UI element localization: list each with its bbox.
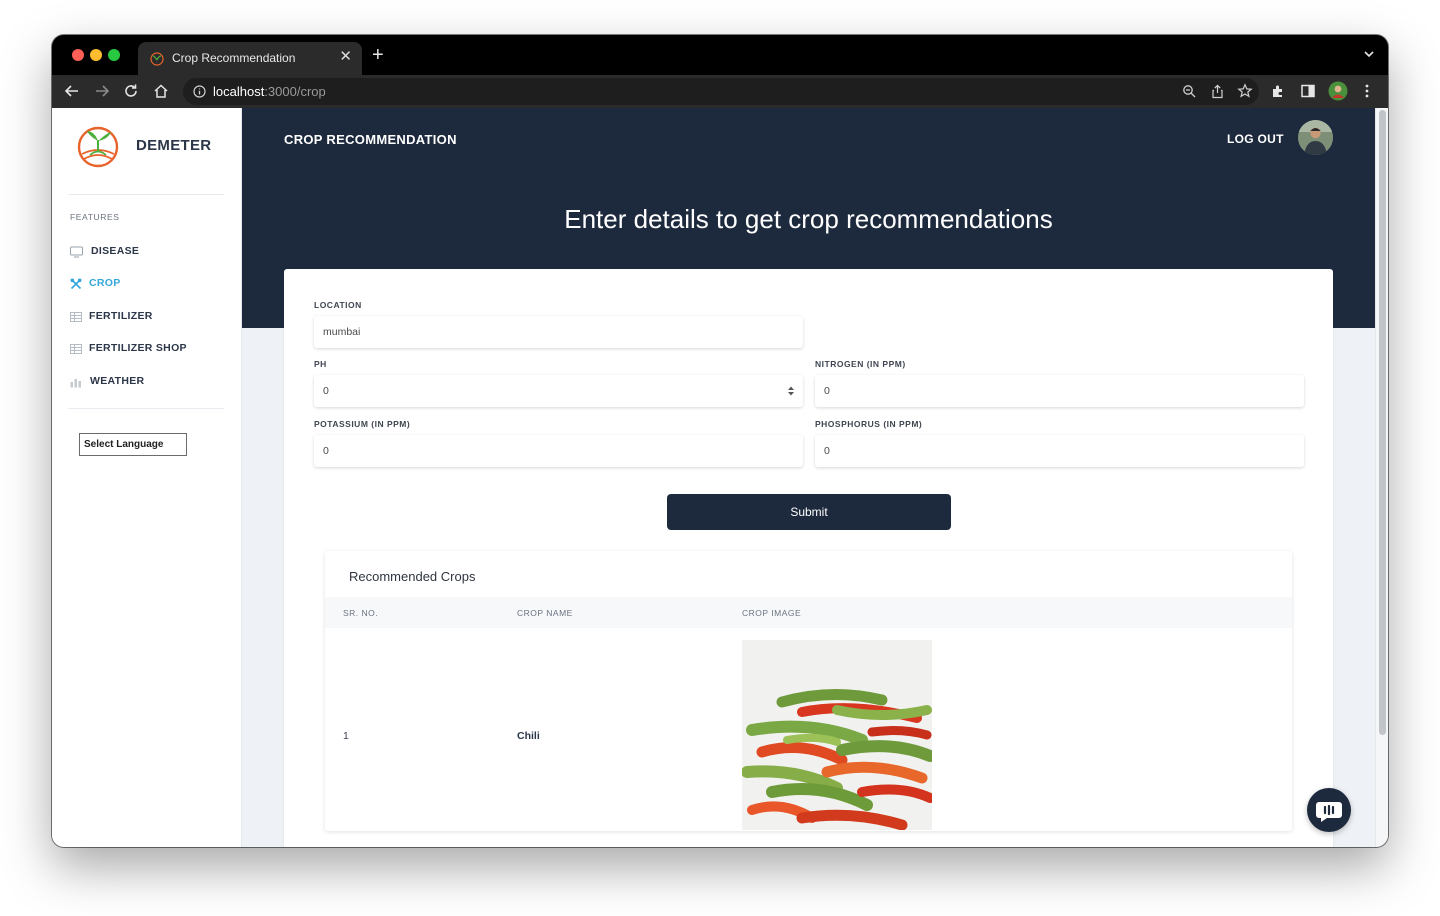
forward-arrow-icon[interactable]: [93, 82, 111, 100]
sidebar-divider: [68, 194, 224, 195]
form-heading: Enter details to get crop recommendation…: [564, 204, 1053, 234]
column-header-crop-name: CROP NAME: [517, 608, 573, 618]
sidebar-item-label: DISEASE: [91, 245, 140, 257]
browser-toolbar: localhost:3000/crop: [52, 75, 1388, 108]
recommended-crops-table: Recommended Crops SR. NO. CROP NAME CROP…: [325, 551, 1292, 831]
table-icon: [70, 312, 82, 322]
brand-name: DEMETER: [136, 137, 212, 154]
tools-icon: [70, 278, 82, 290]
submit-button[interactable]: Submit: [667, 494, 951, 530]
scrollbar-thumb[interactable]: [1379, 110, 1386, 735]
kebab-menu-icon[interactable]: [1358, 82, 1376, 100]
number-spinner-icon[interactable]: [787, 385, 795, 397]
crop-form-card: LOCATION mumbai PH 0 NITROGEN (IN PPM) 0…: [284, 269, 1333, 847]
sidebar-item-crop[interactable]: CROP: [70, 274, 230, 294]
page-title: CROP RECOMMENDATION: [284, 132, 457, 147]
location-label: LOCATION: [314, 300, 362, 310]
tab-close-icon[interactable]: ✕: [339, 49, 352, 65]
tab-crop-recommendation[interactable]: Crop Recommendation ✕: [138, 42, 362, 75]
close-window-button[interactable]: [72, 49, 84, 61]
ph-input[interactable]: 0: [314, 375, 803, 407]
chili-peppers-photo: [742, 640, 932, 830]
url-text: localhost:3000/crop: [213, 84, 326, 99]
share-icon[interactable]: [1210, 84, 1225, 99]
sidebar-item-weather[interactable]: WEATHER: [70, 372, 230, 392]
back-arrow-icon[interactable]: [63, 82, 81, 100]
new-tab-button[interactable]: +: [372, 45, 384, 65]
phosphorus-label: PHOSPHORUS (IN PPM): [815, 419, 923, 429]
results-title: Recommended Crops: [349, 569, 476, 584]
ph-label: PH: [314, 359, 327, 369]
features-section-label: FEATURES: [70, 212, 120, 222]
nitrogen-input[interactable]: 0: [815, 375, 1304, 407]
ph-value: 0: [323, 385, 329, 397]
phosphorus-input[interactable]: 0: [815, 435, 1304, 467]
extensions-icon[interactable]: [1269, 82, 1287, 100]
tab-title: Crop Recommendation: [172, 51, 296, 65]
potassium-input[interactable]: 0: [314, 435, 803, 467]
browser-window: Crop Recommendation ✕ + localhost:3000/c: [52, 35, 1388, 847]
main-content: CROP RECOMMENDATION LOG OUT Enter detail…: [242, 108, 1375, 847]
potassium-label: POTASSIUM (IN PPM): [314, 419, 411, 429]
sr-no-cell: 1: [343, 730, 349, 742]
table-icon: [70, 344, 82, 354]
crop-image: [742, 640, 932, 830]
location-input[interactable]: mumbai: [314, 316, 803, 348]
sidebar-item-label: FERTILIZER: [89, 310, 153, 322]
sidebar-item-fertilizer[interactable]: FERTILIZER: [70, 307, 230, 327]
favicon-icon: [150, 52, 164, 66]
sidebar-divider: [68, 408, 224, 409]
web-page: DEMETER FEATURES DISEASE CROP FERTILIZER…: [52, 108, 1388, 847]
reload-icon[interactable]: [122, 82, 140, 100]
sidebar-item-fertilizer-shop[interactable]: FERTILIZER SHOP: [70, 339, 230, 359]
page-scrollbar[interactable]: [1375, 108, 1388, 847]
chevron-down-icon[interactable]: [1364, 49, 1374, 59]
sidebar-item-label: WEATHER: [90, 375, 145, 387]
zoom-window-button[interactable]: [108, 49, 120, 61]
monitor-icon: [70, 246, 83, 258]
home-icon[interactable]: [152, 82, 170, 100]
chat-bubble-icon: [1316, 802, 1342, 822]
avatar[interactable]: [1298, 120, 1333, 155]
table-header: SR. NO. CROP NAME CROP IMAGE: [325, 597, 1292, 628]
minimize-window-button[interactable]: [90, 49, 102, 61]
user-avatar-icon: [1298, 120, 1333, 155]
profile-avatar-icon[interactable]: [1328, 81, 1348, 101]
side-panel-icon[interactable]: [1299, 82, 1317, 100]
sidebar-item-disease[interactable]: DISEASE: [70, 242, 230, 262]
info-icon[interactable]: [193, 85, 206, 98]
language-select[interactable]: Select Language: [79, 433, 187, 456]
column-header-crop-image: CROP IMAGE: [742, 608, 802, 618]
bookmark-star-icon[interactable]: [1237, 83, 1253, 99]
demeter-logo-icon: [77, 126, 119, 168]
sidebar-item-label: CROP: [89, 277, 121, 289]
column-header-sr-no: SR. NO.: [343, 608, 379, 618]
url-host: localhost: [213, 84, 265, 99]
nitrogen-label: NITROGEN (IN PPM): [815, 359, 906, 369]
logout-button[interactable]: LOG OUT: [1227, 132, 1284, 146]
bar-chart-icon: [70, 379, 81, 388]
url-path: :3000/crop: [264, 84, 326, 99]
chat-widget-button[interactable]: [1307, 788, 1351, 832]
zoom-icon[interactable]: [1182, 84, 1197, 99]
sidebar: DEMETER FEATURES DISEASE CROP FERTILIZER…: [52, 108, 242, 847]
address-bar[interactable]: localhost:3000/crop: [183, 78, 1259, 105]
crop-name-cell: Chili: [517, 730, 540, 742]
tab-strip: Crop Recommendation ✕ +: [52, 35, 1388, 75]
sidebar-item-label: FERTILIZER SHOP: [89, 342, 187, 354]
